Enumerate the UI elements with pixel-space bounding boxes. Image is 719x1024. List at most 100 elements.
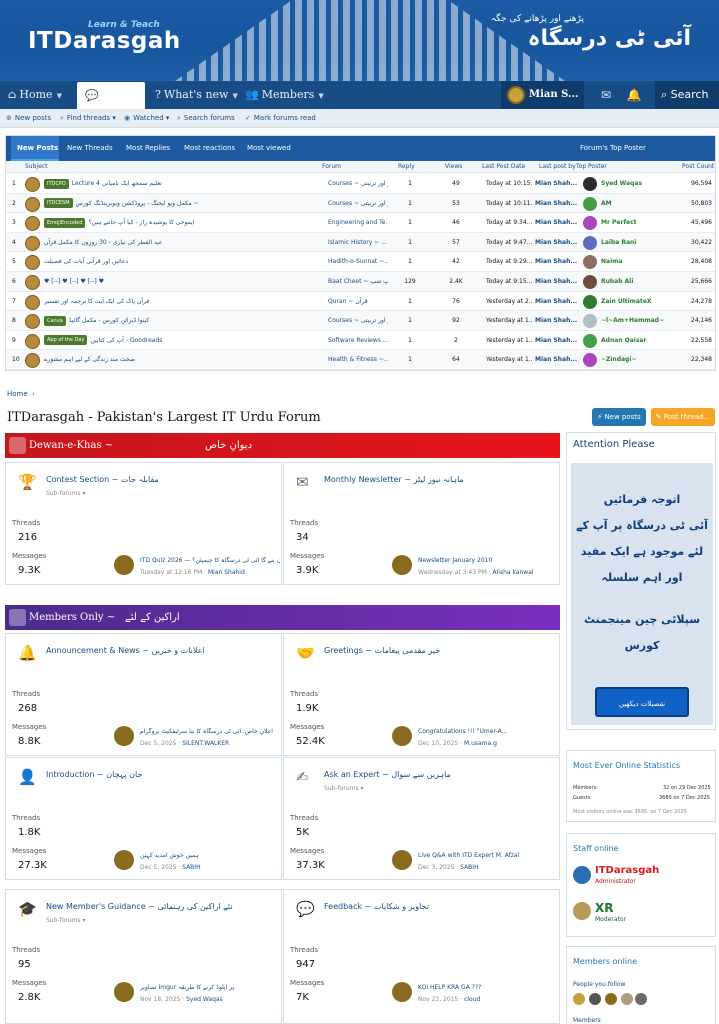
top-poster-name[interactable]: Rubab Ali [601,272,673,292]
forum-link[interactable]: Courses ~ کورسز اور تربیتی [328,174,388,194]
chevron-down-icon[interactable]: ▼ [232,92,237,100]
table-row[interactable]: 3 EmojiEncoded ایموجی کا پوشیدہ راز - کیا … [6,213,715,233]
tab-most-viewed[interactable]: Most viewed [247,136,291,161]
forum-title[interactable]: New Member's Guidance ~ نئے اراکین کی رہ… [46,902,232,911]
subforums-toggle[interactable]: Sub-forums ▾ [46,490,86,497]
thread-title[interactable]: ITDCESM مکمل ویو ایجنگ - پروڈکشن ویوبرینڈ… [44,194,316,214]
thread-title[interactable]: App of the Day آپ کی کتابیں - Goodreads [44,331,316,351]
avatar[interactable] [392,850,412,870]
avatar[interactable] [114,850,134,870]
avatar[interactable] [583,294,597,309]
last-post-title[interactable]: ہمیں خوش آمدید کہیں [140,852,280,859]
avatar[interactable] [25,216,40,232]
table-row[interactable]: 9 App of the Day آپ کی کتابیں - Goodreads S… [6,331,715,351]
avatar[interactable] [573,993,585,1005]
avatar[interactable] [573,902,591,920]
avatar[interactable] [589,993,601,1005]
category-dewan-e-khas[interactable]: Dewan-e-Khas ~ دیوانِ خاص [5,433,560,458]
avatar[interactable] [583,177,597,191]
staff-name[interactable]: ITDarasgah [595,865,659,876]
tab-new-posts[interactable]: New Posts [11,136,59,161]
subnav-find-threads[interactable]: ⌕ Find threads ▾ [60,109,116,128]
top-poster-name[interactable]: Adnan Qaisar [601,331,673,351]
last-post-title[interactable]: KOI HELP KRA GA ??? [418,984,558,991]
last-post-title[interactable]: Newsletter January 2010 [418,557,558,564]
nav-home[interactable]: ⌂ Home ▼ [8,81,62,109]
avatar[interactable] [114,555,134,575]
table-row[interactable]: 6♥ [--] ♥ [--] ♥ [--] ♥Baat Cheet ~ گپ ش… [6,272,715,292]
thread-title[interactable]: صحت مند زندگی کے لیے اہم مشورے [44,350,316,370]
last-post-title[interactable]: اعلانِ خاص: آئی ٹی درسگاہ کا نیا سرٹیفکی… [140,728,280,735]
forum-title[interactable]: Greetings ~ خیر مقدمی پیغامات [324,646,440,655]
top-poster-name[interactable]: ~l~Am+Hammad~ [601,311,673,331]
staff-name[interactable]: XR [595,901,614,915]
subnav-watched[interactable]: ◉ Watched ▾ [124,109,169,128]
thread-title[interactable]: ITDCPD Lecture 4 تعلیم سمجھ ایک نامیاتی [44,174,316,194]
forum-title[interactable]: Monthly Newsletter ~ ماہانہ نیوز لیٹر [324,475,464,484]
last-post-title[interactable]: Live Q&A with ITD Expert M. Afzal [418,852,558,859]
avatar[interactable] [583,275,597,289]
subnav-mark-read[interactable]: ✓ Mark forums read [245,109,316,128]
chevron-down-icon[interactable]: ▼ [318,92,323,100]
avatar[interactable] [621,993,633,1005]
avatar[interactable] [392,555,412,575]
thread-title[interactable]: قرآن پاک کی ایک آیت کا ترجمہ اور تفسیر [44,292,316,312]
avatar[interactable] [114,982,134,1002]
avatar[interactable] [25,333,40,349]
forum-title[interactable]: Feedback ~ تجاویز و شکایات [324,902,429,911]
avatar[interactable] [392,726,412,746]
avatar[interactable] [583,196,597,211]
top-poster-name[interactable]: AM [601,194,673,214]
top-poster-name[interactable]: Laiba Rani [601,233,673,253]
tab-new-threads[interactable]: New Threads [67,136,113,161]
forum-link[interactable]: Islamic History ~ ... [328,233,388,253]
forum-link[interactable]: Courses ~ کورسز اور تربیتی [328,311,388,331]
inbox-icon[interactable]: ✉ [592,81,620,109]
subforums-toggle[interactable]: Sub-forums ▾ [46,917,86,924]
last-post-title[interactable]: ITD Quiz 2026 — کون بنے گا آئی ٹی درسگاہ… [140,557,280,564]
tab-most-replies[interactable]: Most Replies [126,136,170,161]
ad-details-button[interactable]: تفصیلات دیکھیں [595,687,689,717]
last-poster[interactable]: Mian Shah... [535,311,581,331]
category-members-only[interactable]: Members Only ~ اراکین کے لئے [5,605,560,630]
last-poster[interactable]: Mian Shah... [535,174,581,194]
avatar[interactable] [25,275,40,290]
top-poster-name[interactable]: Naima [601,252,673,272]
forum-title[interactable]: Introduction ~ جان پہچان [46,770,142,779]
avatar[interactable] [635,993,647,1005]
user-menu[interactable]: Mian S... [501,81,584,109]
top-poster-name[interactable]: Zain UltimateX [601,292,673,312]
site-logo[interactable]: ITDarasgah [28,28,181,54]
thread-title[interactable]: Canva کینوا ڈیزائن کورس - مکمل گائیڈ [44,311,316,331]
chevron-down-icon[interactable]: ▼ [57,92,62,100]
table-row[interactable]: 8 Canva کینوا ڈیزائن کورس - مکمل گائیڈ Cour… [6,311,715,331]
avatar[interactable] [583,235,597,250]
avatar[interactable] [605,993,617,1005]
avatar[interactable] [583,353,597,368]
avatar[interactable] [25,177,40,192]
top-poster-name[interactable]: ~Zindagi~ [601,350,673,370]
last-poster[interactable]: Mian Shah... [535,331,581,351]
last-poster[interactable]: Mian Shah... [535,213,581,233]
last-post-title[interactable]: Congratulations !!! "Umer-A... [418,728,558,735]
search-button[interactable]: ⌕ Search [655,81,719,109]
sidebar-ad[interactable]: Attention Please اتوجہ فرمائیں آئی ٹی در… [566,432,716,730]
table-row[interactable]: 1 ITDCPD Lecture 4 تعلیم سمجھ ایک نامیاتی C… [6,174,715,194]
last-poster[interactable]: Mian Shah... [535,194,581,214]
avatar[interactable] [25,353,40,369]
nav-members[interactable]: 👥 Members ▼ [245,81,324,109]
avatar[interactable] [25,196,40,212]
forum-title[interactable]: Contest Section ~ مقابلہ جات [46,475,159,484]
avatar[interactable] [573,866,591,884]
forum-link[interactable]: Courses ~ کورسز اور تربیتی [328,194,388,214]
last-post-title[interactable]: تصاویر Imgur پر اپلوڈ کرنے کا طریقہ [140,984,280,991]
forum-link[interactable]: Baat Cheet ~ گپ شپ [328,272,388,292]
top-poster-name[interactable]: Syed Waqas [601,174,673,194]
avatar[interactable] [583,255,597,270]
avatar[interactable] [25,314,40,330]
forum-link[interactable]: Engineering and Te... [328,213,388,233]
nav-forums[interactable]: 💬Forums [77,82,145,130]
thread-title[interactable]: دعائیں اور قرآنی آیات کی فضیلت [44,252,316,272]
table-row[interactable]: 2 ITDCESM مکمل ویو ایجنگ - پروڈکشن ویوبرین… [6,193,715,214]
forum-title[interactable]: Announcement & News ~ اعلانات و خبریں [46,646,205,655]
